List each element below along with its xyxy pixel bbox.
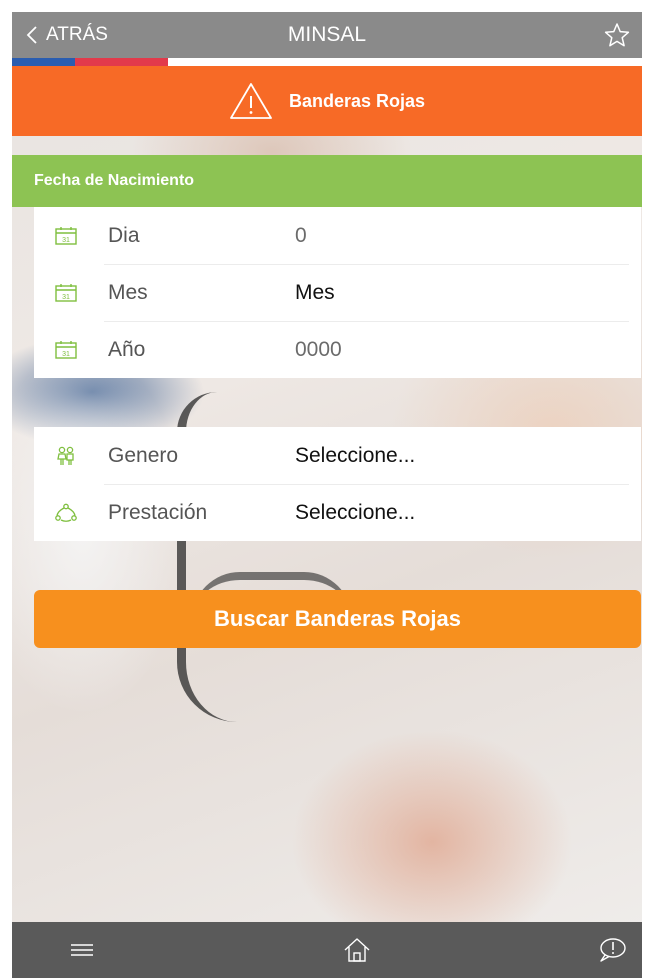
calendar-icon: 31	[55, 340, 77, 359]
details-form: Genero Seleccione... Prestación Seleccio…	[34, 427, 641, 541]
home-icon[interactable]	[342, 936, 372, 964]
calendar-icon: 31	[55, 226, 77, 245]
app-screen: ATRÁS MINSAL Banderas Rojas Fecha de Nac…	[12, 12, 642, 978]
flag-stripe-blue	[12, 58, 75, 66]
svg-text:31: 31	[62, 294, 70, 301]
search-red-flags-button[interactable]: Buscar Banderas Rojas	[34, 590, 641, 648]
service-field[interactable]: Prestación Seleccione...	[34, 484, 641, 541]
calendar-icon: 31	[55, 283, 77, 302]
chat-alert-icon[interactable]	[597, 936, 627, 964]
section-banner: Banderas Rojas	[12, 66, 642, 136]
flag-stripe-red	[75, 58, 168, 66]
year-label: Año	[108, 337, 146, 361]
national-flag-stripe	[12, 58, 642, 66]
birth-date-section-header: Fecha de Nacimiento	[12, 155, 642, 207]
gender-select[interactable]: Seleccione...	[295, 444, 415, 468]
month-field[interactable]: 31 Mes Mes	[34, 264, 641, 321]
service-label: Prestación	[108, 500, 208, 524]
year-value[interactable]: 0000	[295, 338, 342, 362]
bottom-navigation-bar	[12, 922, 642, 978]
year-field[interactable]: 31 Año 0000	[34, 321, 641, 378]
banner-title: Banderas Rojas	[288, 90, 426, 111]
birth-date-form: 31 Dia 0 31 Mes Mes 31 Año 0000	[34, 207, 641, 378]
star-outline-icon[interactable]	[604, 22, 630, 48]
gender-label: Genero	[108, 443, 179, 467]
day-label: Dia	[108, 223, 140, 247]
svg-text:31: 31	[62, 237, 70, 244]
gender-field[interactable]: Genero Seleccione...	[34, 427, 641, 484]
month-value[interactable]: Mes	[295, 281, 335, 305]
day-field[interactable]: 31 Dia 0	[34, 207, 641, 264]
warning-icon	[230, 83, 272, 119]
flag-stripe-white	[168, 58, 642, 66]
top-navigation-bar: ATRÁS MINSAL	[12, 12, 642, 58]
svg-text:31: 31	[62, 351, 70, 358]
service-network-icon	[55, 503, 77, 522]
menu-icon[interactable]	[67, 936, 97, 964]
service-select[interactable]: Seleccione...	[295, 501, 415, 525]
month-label: Mes	[108, 280, 148, 304]
gender-icon	[57, 446, 74, 465]
day-value[interactable]: 0	[295, 224, 307, 248]
app-title: MINSAL	[287, 23, 367, 46]
section-title: Fecha de Nacimiento	[34, 172, 195, 189]
